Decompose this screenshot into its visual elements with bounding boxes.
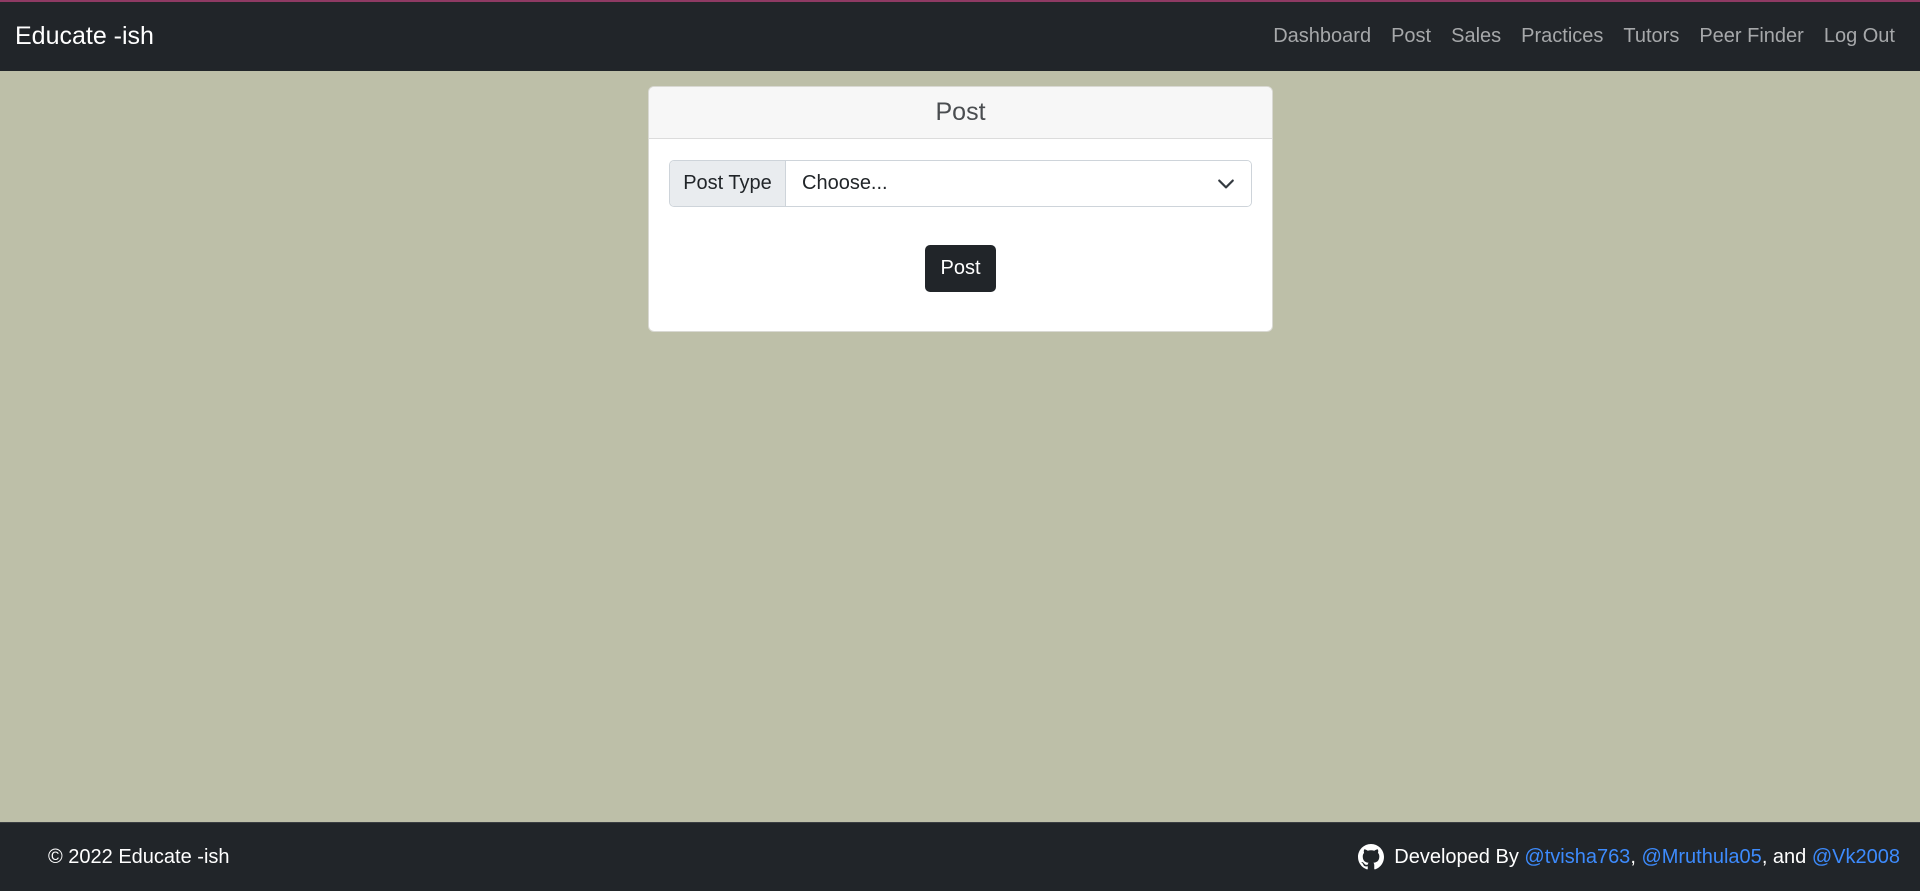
developed-by-text: Developed By <box>1394 845 1519 868</box>
post-type-select-value: Choose... <box>802 172 888 194</box>
nav-link-tutors[interactable]: Tutors <box>1623 25 1679 48</box>
credit-separator: , <box>1630 845 1642 868</box>
post-type-input-group: Post Type Choose... <box>669 160 1252 207</box>
nav-link-log-out[interactable]: Log Out <box>1824 25 1895 48</box>
nav-link-practices[interactable]: Practices <box>1521 25 1603 48</box>
post-type-select[interactable]: Choose... <box>786 161 1251 206</box>
nav-link-sales[interactable]: Sales <box>1451 25 1501 48</box>
footer: © 2022 Educate -ish Developed By @tvisha… <box>0 822 1920 891</box>
credit-separator-and: , and <box>1761 845 1812 868</box>
dev-link-mruthula05[interactable]: @Mruthula05 <box>1641 846 1761 869</box>
nav-link-dashboard[interactable]: Dashboard <box>1273 25 1371 48</box>
card-title: Post <box>649 87 1272 139</box>
footer-credits: Developed By @tvisha763, @Mruthula05, an… <box>1358 844 1900 870</box>
post-type-label: Post Type <box>670 161 786 206</box>
nav-link-post[interactable]: Post <box>1391 25 1431 48</box>
dev-link-tvisha763[interactable]: @tvisha763 <box>1524 846 1630 869</box>
github-icon[interactable] <box>1358 844 1385 870</box>
post-submit-button[interactable]: Post <box>925 245 996 292</box>
nav-link-peer-finder[interactable]: Peer Finder <box>1699 25 1804 48</box>
brand-link[interactable]: Educate -ish <box>15 22 154 51</box>
post-card: Post Post Type Choose... Post <box>648 86 1273 332</box>
navbar: Educate -ish Dashboard Post Sales Practi… <box>0 2 1920 71</box>
footer-copyright: © 2022 Educate -ish <box>48 845 230 868</box>
dev-link-vk2008[interactable]: @Vk2008 <box>1812 846 1900 869</box>
chevron-down-icon <box>1218 179 1234 188</box>
nav-links: Dashboard Post Sales Practices Tutors Pe… <box>1273 25 1895 48</box>
